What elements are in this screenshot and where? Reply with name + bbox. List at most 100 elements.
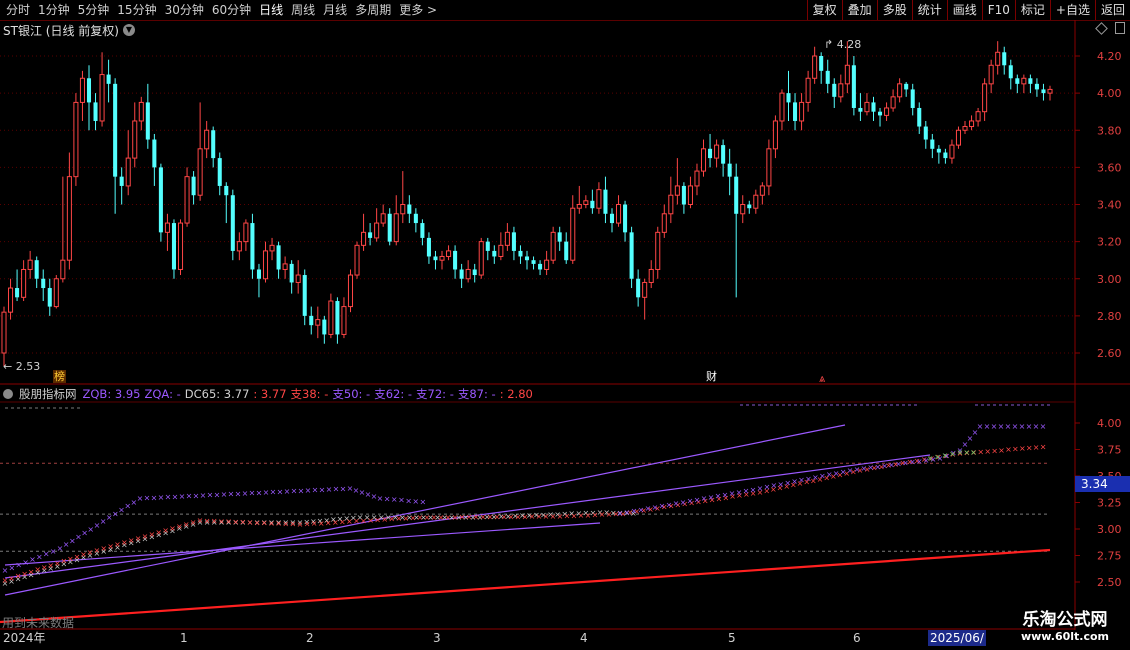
indicator-x-marker: × (638, 505, 645, 514)
candle-body-up (269, 244, 275, 252)
indicator-x-marker: × (384, 495, 391, 504)
candle-body-up (262, 250, 269, 280)
candle-body-down (492, 250, 497, 257)
indicator-x-marker: × (833, 469, 840, 478)
chart-canvas[interactable]: 4.204.003.803.603.403.203.002.802.60 × × ×… (0, 0, 1130, 650)
indicator-x-marker: × (155, 528, 162, 537)
candle-body-down (721, 145, 726, 164)
candle-body-down (426, 237, 431, 257)
indicator-x-marker: × (15, 561, 22, 570)
watermark-url: www.60lt.com (1020, 630, 1110, 643)
candle-body-down (145, 102, 150, 140)
indicator-x-marker: × (151, 493, 158, 502)
candle-body-down (113, 83, 118, 177)
indicator-x-marker: × (934, 453, 941, 462)
candle-body-up (576, 204, 582, 209)
candle-body-down (590, 200, 595, 209)
candle-body-down (453, 250, 458, 270)
indicator-x-marker: × (736, 488, 743, 497)
candle-body-up (21, 268, 27, 298)
candle-body-up (465, 268, 471, 280)
future-data-note: 用到未来数据 (2, 616, 75, 630)
indicator-x-marker: × (970, 448, 977, 457)
indicator-x-marker: × (874, 462, 881, 471)
candle-body-down (819, 56, 824, 71)
candle-body-down (387, 213, 392, 242)
ranking-tag[interactable]: 榜 (53, 370, 66, 383)
indicator-x-marker: × (297, 520, 304, 529)
candle-body-up (347, 274, 354, 308)
indicator-x-marker: × (36, 552, 43, 561)
candle-body-down (524, 256, 530, 261)
candle-body-down (407, 204, 412, 214)
indicator-tail: : 2.80 (499, 387, 533, 401)
indicator-x-marker: × (318, 519, 325, 528)
indicator-x-marker: × (176, 522, 183, 531)
indicator-axis-label: 3.25 (1097, 497, 1122, 510)
indicator-x-marker: × (991, 422, 998, 431)
candle-body-down (211, 130, 216, 159)
candle-body-down (609, 213, 615, 224)
candle-body-up (890, 96, 896, 109)
xaxis-label-may: 5 (728, 631, 736, 645)
indicator-x-marker: × (254, 518, 261, 527)
indicator-x-marker: × (536, 512, 543, 521)
candle-body-down (1002, 52, 1007, 66)
indicator-x-marker: × (750, 485, 757, 494)
indicator-x-marker: × (162, 526, 169, 535)
indicator-axis-label: 3.75 (1097, 444, 1122, 457)
indicator-x-marker: × (412, 497, 419, 506)
indicator-x-marker: × (221, 490, 228, 499)
indicator-x-marker: × (791, 477, 798, 486)
indicator-x-marker: × (121, 538, 128, 547)
candle-body-down (747, 204, 752, 209)
indicator-x-marker: × (617, 509, 624, 518)
indicator-name: 股朋指标网 (19, 387, 77, 401)
indicator-x-marker: × (701, 494, 708, 503)
indicator-x-marker: × (305, 486, 312, 495)
xaxis-label-cursor-date: 2025/06/ (928, 630, 986, 646)
indicator-x-marker: × (743, 487, 750, 496)
indicator-axis-label: 4.00 (1097, 417, 1122, 430)
candle-body-down (851, 65, 856, 108)
indicator-x-marker: × (927, 454, 934, 463)
price-axis-label: 4.20 (1097, 50, 1122, 63)
candle-body-down (603, 189, 608, 214)
indicator-x-marker: × (247, 518, 254, 527)
price-axis-label: 3.60 (1097, 161, 1122, 174)
indicator-zhi72: 支72: - (416, 387, 454, 401)
indicator-x-marker: × (391, 495, 398, 504)
indicator-zhi38: 支38: - (290, 387, 329, 401)
candle-body-down (904, 83, 909, 90)
price-axis-label: 3.20 (1097, 236, 1122, 249)
candle-body-up (236, 241, 242, 252)
indicator-x-marker: × (1005, 422, 1012, 431)
candle-body-up (583, 200, 589, 206)
finance-tag[interactable]: 财 (706, 370, 717, 383)
indicator-menu-icon[interactable] (3, 389, 13, 399)
indicator-x-marker: × (94, 546, 101, 555)
indicator-x-marker: × (673, 499, 680, 508)
indicator-x-marker: × (29, 555, 36, 564)
candle-body-down (433, 256, 438, 261)
indicator-axis-label: 3.00 (1097, 523, 1122, 536)
candle-body-down (858, 107, 863, 112)
indicator-x-marker: × (819, 472, 826, 481)
event-arrow-icon[interactable]: ⩓ (819, 372, 825, 385)
candle-body-up (799, 101, 805, 122)
indicator-x-marker: × (200, 491, 207, 500)
candle-body-up (361, 231, 367, 246)
indicator-x-marker: × (183, 520, 190, 529)
candle-body-down (832, 83, 837, 97)
candle-body-up (544, 259, 550, 270)
candle-body-down (309, 315, 314, 326)
indicator-x-marker: × (909, 458, 916, 467)
indicator-x-marker: × (1019, 444, 1026, 453)
indicator-x-marker: × (290, 520, 297, 529)
indicator-x-marker: × (550, 512, 557, 521)
candle-body-up (740, 204, 746, 215)
indicator-x-marker: × (543, 512, 550, 521)
indicator-x-marker: × (190, 518, 197, 527)
candle-body-up (779, 92, 785, 122)
indicator-x-marker: × (1012, 445, 1019, 454)
